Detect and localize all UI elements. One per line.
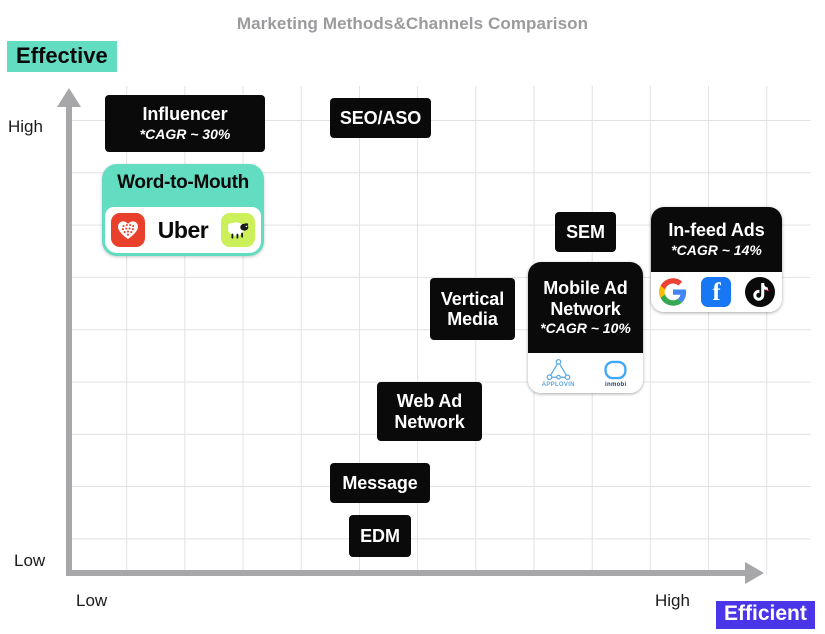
x-axis-line bbox=[66, 570, 752, 576]
card-message-title: Message bbox=[342, 472, 418, 493]
x-axis-arrow-icon bbox=[745, 562, 764, 584]
card-word-to-mouth[interactable]: Word-to-Mouth Uber bbox=[102, 164, 264, 256]
card-mobile-ad-network-line2: Network bbox=[550, 298, 621, 319]
card-mobile-ad-network-header: Mobile Ad Network *CAGR ~ 10% bbox=[528, 262, 643, 353]
y-axis-arrow-icon bbox=[57, 88, 81, 107]
card-mobile-ad-network[interactable]: Mobile Ad Network *CAGR ~ 10% APPLOVIN i… bbox=[528, 262, 643, 393]
xiaohongshu-icon bbox=[111, 213, 146, 247]
applovin-wordmark: APPLOVIN bbox=[541, 381, 575, 388]
card-message[interactable]: Message bbox=[330, 463, 430, 503]
google-icon bbox=[658, 277, 688, 307]
axis-badge-efficient: Efficient bbox=[716, 601, 815, 630]
card-sem[interactable]: SEM bbox=[555, 212, 616, 252]
card-mobile-ad-network-cagr: *CAGR ~ 10% bbox=[540, 319, 631, 336]
card-sem-title: SEM bbox=[566, 221, 605, 242]
y-axis-line bbox=[66, 104, 72, 576]
card-web-ad-network-line1: Web Ad bbox=[396, 391, 463, 412]
card-seo-aso[interactable]: SEO/ASO bbox=[330, 98, 431, 138]
x-axis-label-high: High bbox=[655, 591, 690, 610]
inmobi-icon: inmobi bbox=[602, 359, 629, 388]
card-vertical-media[interactable]: Vertical Media bbox=[430, 278, 515, 340]
card-word-to-mouth-logos: Uber bbox=[105, 207, 261, 253]
card-mobile-ad-network-logos: APPLOVIN inmobi bbox=[528, 353, 643, 393]
meituan-sheep-icon bbox=[220, 213, 255, 247]
card-word-to-mouth-title: Word-to-Mouth bbox=[117, 172, 249, 193]
y-axis-label-high: High bbox=[8, 117, 43, 136]
y-axis-label-low: Low bbox=[14, 551, 46, 570]
card-influencer[interactable]: Influencer *CAGR ~ 30% bbox=[105, 95, 265, 152]
card-vertical-media-line1: Vertical bbox=[440, 288, 505, 309]
card-in-feed-ads-header: In-feed Ads *CAGR ~ 14% bbox=[651, 207, 782, 272]
card-in-feed-ads[interactable]: In-feed Ads *CAGR ~ 14% f bbox=[651, 207, 782, 312]
card-vertical-media-line2: Media bbox=[447, 309, 498, 329]
applovin-icon: APPLOVIN bbox=[541, 358, 575, 388]
x-axis-label-low: Low bbox=[76, 591, 108, 610]
axis-badge-effective: Effective bbox=[7, 41, 117, 73]
card-seo-aso-title: SEO/ASO bbox=[339, 107, 422, 128]
card-in-feed-ads-cagr: *CAGR ~ 14% bbox=[671, 241, 762, 258]
uber-wordmark: Uber bbox=[157, 216, 209, 243]
page-title: Marketing Methods&Channels Comparison bbox=[236, 14, 589, 33]
card-influencer-title: Influencer bbox=[142, 104, 228, 125]
card-web-ad-network[interactable]: Web Ad Network bbox=[377, 382, 482, 441]
facebook-icon: f bbox=[701, 277, 732, 307]
card-in-feed-ads-title: In-feed Ads bbox=[668, 220, 765, 241]
card-in-feed-ads-logos: f bbox=[651, 272, 782, 312]
inmobi-wordmark: inmobi bbox=[605, 381, 627, 388]
card-edm[interactable]: EDM bbox=[349, 515, 411, 557]
card-edm-title: EDM bbox=[360, 525, 400, 546]
card-web-ad-network-line2: Network bbox=[394, 411, 465, 432]
card-mobile-ad-network-line1: Mobile Ad bbox=[543, 278, 628, 299]
tiktok-icon bbox=[745, 277, 776, 307]
card-influencer-cagr: *CAGR ~ 30% bbox=[139, 125, 231, 142]
